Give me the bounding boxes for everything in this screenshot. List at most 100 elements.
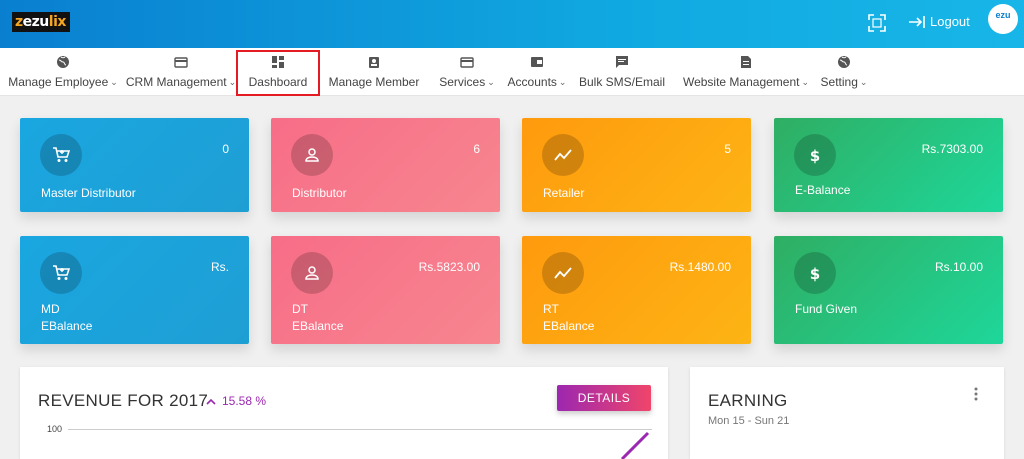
icon-wrap xyxy=(542,134,584,176)
icon-wrap xyxy=(291,252,333,294)
card-value: 5 xyxy=(724,142,731,156)
nav-item-manage-member[interactable]: Manage Member xyxy=(328,48,420,96)
card-value: Rs.10.00 xyxy=(934,260,983,274)
nav-label: Website Management xyxy=(682,75,800,89)
icon-wrap: $ xyxy=(794,252,836,294)
card-value: 0 xyxy=(222,142,229,156)
card-value: Rs.5823.00 xyxy=(418,260,480,274)
fullscreen-icon[interactable] xyxy=(868,14,886,32)
brand-logo[interactable]: z ezu lix xyxy=(12,12,70,32)
details-button[interactable]: DETAILS xyxy=(557,385,651,411)
icon-wrap xyxy=(542,252,584,294)
stat-card-retailer[interactable]: 5 Retailer xyxy=(522,118,751,212)
revenue-change: 15.58 % xyxy=(206,394,266,408)
chevron-down-icon: ⌄ xyxy=(859,76,868,87)
card-label-line-2: EBalance xyxy=(41,319,93,333)
svg-text:$: $ xyxy=(810,147,820,164)
stat-card-md-ebalance[interactable]: Rs. MD EBalance xyxy=(20,236,249,344)
card-value: Rs. xyxy=(211,260,229,274)
svg-text:$: $ xyxy=(810,265,820,282)
logo-letters-end: lix xyxy=(48,14,67,30)
card-label-line-2: EBalance xyxy=(292,319,344,333)
logout-label: Logout xyxy=(930,14,970,29)
stat-card-rt-ebalance[interactable]: Rs.1480.00 RT EBalance xyxy=(522,236,751,344)
chevron-up-icon xyxy=(206,398,216,405)
card-label-line-1: MD xyxy=(41,302,60,316)
user-icon xyxy=(305,148,319,162)
earning-panel: EARNING Mon 15 - Sun 21 xyxy=(690,367,1004,459)
card-value: Rs.7303.00 xyxy=(921,142,983,156)
avatar-text: ezu xyxy=(995,10,1011,20)
nav-label: Manage Employee xyxy=(8,75,109,89)
gridline xyxy=(68,429,652,430)
nav-label: Services xyxy=(439,75,486,89)
revenue-line xyxy=(620,431,650,459)
nav-label: Setting xyxy=(820,75,858,89)
nav-item-setting[interactable]: Setting ⌄ xyxy=(818,48,870,96)
globe-icon xyxy=(838,56,850,68)
chevron-down-icon: ⌄ xyxy=(558,76,567,87)
card-label-line-2: EBalance xyxy=(543,319,595,333)
nav-label: CRM Management xyxy=(125,75,227,89)
logo-letter-z: z xyxy=(15,14,23,30)
more-options-icon[interactable] xyxy=(974,387,978,401)
card-label: Master Distributor xyxy=(41,186,136,200)
nav-item-crm-management[interactable]: CRM Management ⌄ xyxy=(126,48,236,96)
cart-icon xyxy=(53,147,70,162)
nav-item-manage-employee[interactable]: Manage Employee ⌄ xyxy=(8,48,118,96)
logout-button[interactable]: Logout xyxy=(908,14,970,29)
stat-card-e-balance[interactable]: $ Rs.7303.00 E-Balance xyxy=(774,118,1003,212)
nav-label: Manage Member xyxy=(328,75,420,89)
icon-wrap xyxy=(40,252,82,294)
y-axis-tick: 100 xyxy=(47,424,63,434)
card-label: Fund Given xyxy=(795,302,858,316)
card-value: 6 xyxy=(473,142,480,156)
chevron-down-icon: ⌄ xyxy=(487,76,495,87)
trend-icon xyxy=(554,149,572,161)
card-icon xyxy=(174,57,188,68)
dollar-icon: $ xyxy=(810,265,820,282)
chevron-down-icon: ⌄ xyxy=(110,76,118,87)
top-header: z ezu lix Logout ezu xyxy=(0,0,1024,48)
trend-icon xyxy=(554,267,572,279)
chevron-down-icon: ⌄ xyxy=(801,76,810,87)
nav-label: Bulk SMS/Email xyxy=(578,75,666,89)
nav-item-bulk-sms-email[interactable]: Bulk SMS/Email xyxy=(578,48,666,96)
message-icon xyxy=(616,56,628,68)
icon-wrap: $ xyxy=(794,134,836,176)
card-label: Distributor xyxy=(292,186,347,200)
logout-icon xyxy=(909,15,925,28)
card-label: Retailer xyxy=(543,186,585,200)
card-icon xyxy=(460,57,474,68)
nav-item-accounts[interactable]: Accounts ⌄ xyxy=(506,48,568,96)
earning-range: Mon 15 - Sun 21 xyxy=(708,415,790,427)
stat-card-dt-ebalance[interactable]: Rs.5823.00 DT EBalance xyxy=(271,236,500,344)
dashboard-highlight-box xyxy=(236,50,320,96)
logo-letters-mid: ezu xyxy=(22,14,50,30)
globe-icon xyxy=(57,56,69,68)
card-label-line-1: RT xyxy=(543,302,559,316)
icon-wrap xyxy=(291,134,333,176)
revenue-panel: REVENUE FOR 2017 15.58 % DETAILS 100 xyxy=(20,367,668,459)
main-nav: Manage Employee ⌄ CRM Management ⌄ Dashboa… xyxy=(0,48,1024,96)
revenue-title: REVENUE FOR 2017 xyxy=(38,391,209,410)
document-icon xyxy=(741,56,751,68)
badge-icon xyxy=(369,57,379,68)
nav-item-services[interactable]: Services ⌄ xyxy=(438,48,496,96)
stat-card-distributor[interactable]: 6 Distributor xyxy=(271,118,500,212)
user-icon xyxy=(305,266,319,280)
card-value: Rs.1480.00 xyxy=(669,260,731,274)
card-label: E-Balance xyxy=(795,183,851,197)
stat-card-master-distributor[interactable]: 0 Master Distributor xyxy=(20,118,249,212)
icon-wrap xyxy=(40,134,82,176)
chevron-down-icon: ⌄ xyxy=(228,76,237,87)
earning-title: EARNING xyxy=(708,391,788,410)
revenue-change-value: 15.58 % xyxy=(222,394,267,408)
wallet-icon xyxy=(531,57,543,67)
nav-label: Accounts xyxy=(507,75,557,89)
dollar-icon: $ xyxy=(810,147,820,164)
card-label-line-1: DT xyxy=(292,302,308,316)
avatar[interactable]: ezu xyxy=(988,4,1018,34)
nav-item-website-management[interactable]: Website Management ⌄ xyxy=(682,48,810,96)
stat-card-fund-given[interactable]: $ Rs.10.00 Fund Given xyxy=(774,236,1003,344)
